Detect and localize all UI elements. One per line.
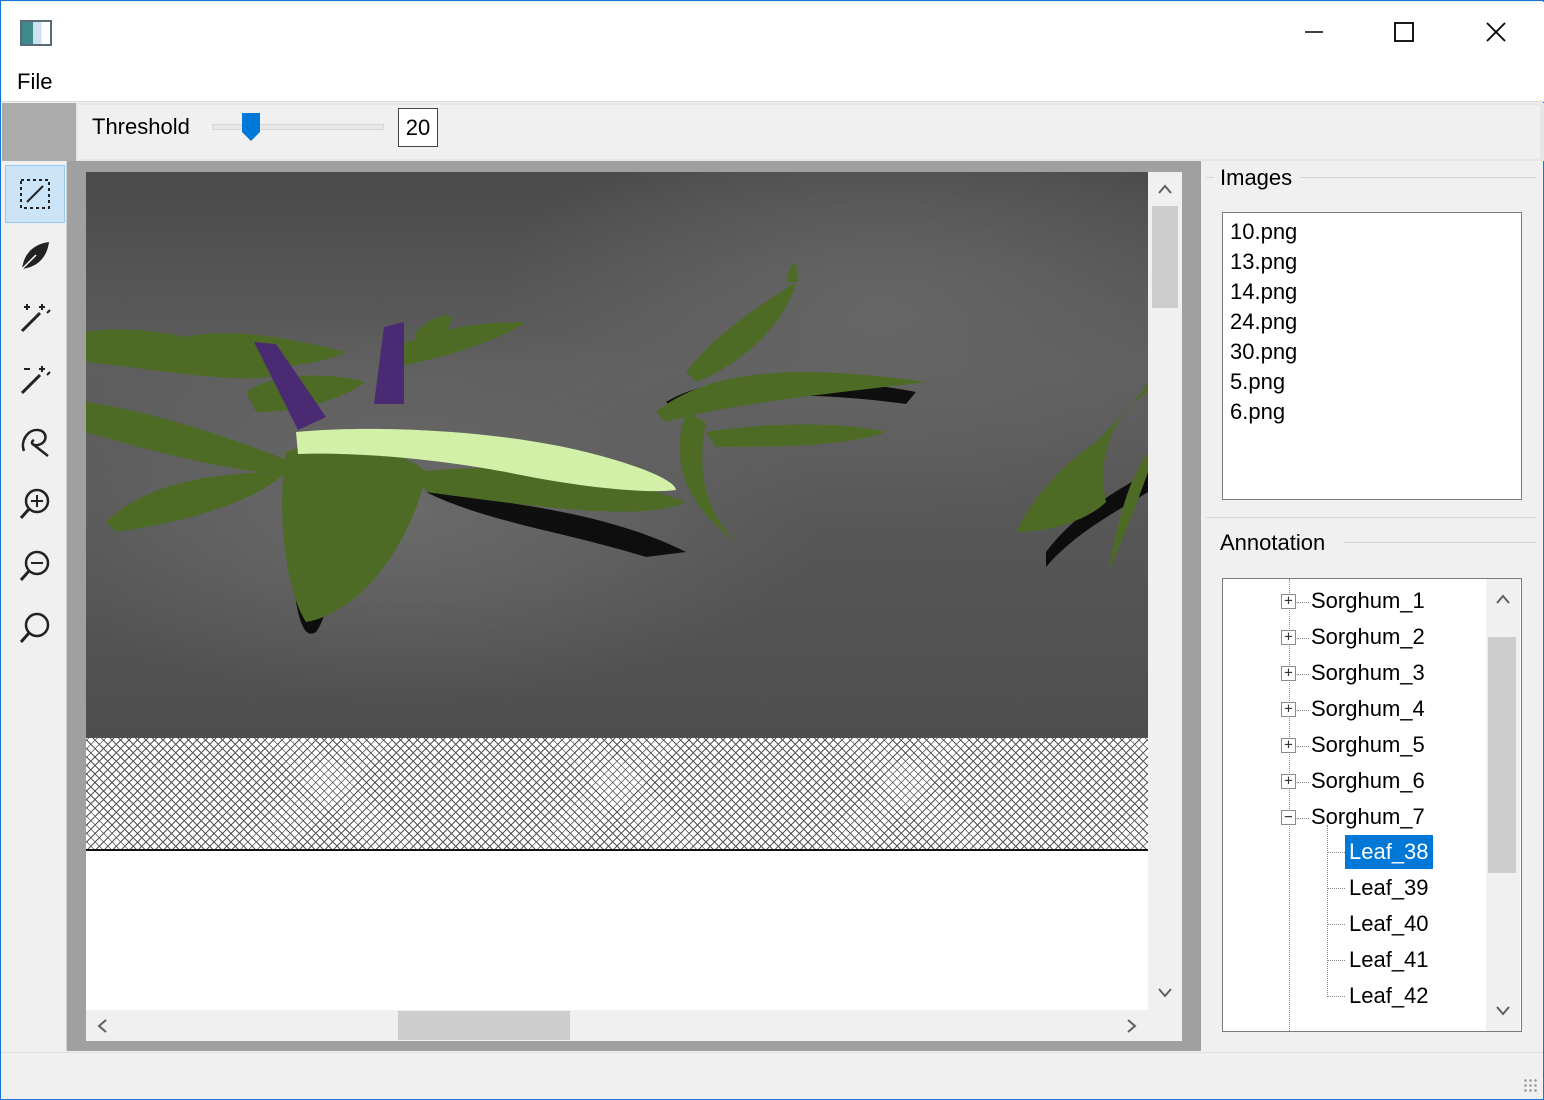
maximize-icon: [1394, 22, 1414, 42]
annotation-tree-scrollbar[interactable]: [1486, 579, 1520, 1031]
expand-toggle[interactable]: +: [1281, 666, 1296, 681]
tree-branch-line: [1327, 825, 1328, 997]
magic-wand-add-tool[interactable]: [5, 289, 65, 347]
expand-toggle[interactable]: +: [1281, 630, 1296, 645]
expand-toggle[interactable]: +: [1281, 702, 1296, 717]
zoom-in-icon: [19, 488, 50, 519]
tree-trunk-line: [1289, 579, 1290, 1031]
status-bar: [1, 1052, 1543, 1098]
expand-toggle[interactable]: +: [1281, 774, 1296, 789]
images-group-title: Images: [1220, 165, 1293, 190]
tree-connector: [1327, 996, 1345, 997]
menu-file[interactable]: File: [17, 69, 52, 95]
toolbar-handle: [2, 103, 76, 161]
magic-wand-remove-icon: [20, 366, 51, 395]
images-group-line-right: [1300, 177, 1536, 178]
plant-segmentation-overlay: [86, 263, 1148, 634]
leaf-icon: [21, 242, 49, 270]
magic-wand-remove-tool[interactable]: [5, 351, 65, 409]
tree-scroll-up-icon[interactable]: [1486, 579, 1520, 619]
tree-node-sorghum[interactable]: Sorghum_6: [1307, 764, 1429, 798]
resize-grip-icon[interactable]: [1523, 1078, 1537, 1092]
tree-node-leaf[interactable]: Leaf_40: [1345, 907, 1433, 941]
plant-image[interactable]: [86, 172, 1148, 738]
tree-node-sorghum[interactable]: Sorghum_2: [1307, 620, 1429, 654]
image-item[interactable]: 6.png: [1230, 397, 1514, 427]
scroll-right-arrow-icon[interactable]: [1116, 1010, 1148, 1041]
annotation-tree[interactable]: + Sorghum_1 + Sorghum_2 + Sorghum_3 + So…: [1222, 578, 1522, 1032]
annotation-group-title: Annotation: [1220, 530, 1326, 555]
zoom-fit-icon: [19, 612, 50, 643]
images-group-line-left: [1206, 177, 1214, 178]
top-toolbar: [2, 103, 1544, 161]
tree-node-sorghum[interactable]: Sorghum_1: [1307, 584, 1429, 618]
tree-node-sorghum[interactable]: Sorghum_3: [1307, 656, 1429, 690]
annotation-group-line-right: [1344, 542, 1536, 543]
tree-node-sorghum[interactable]: Sorghum_7: [1307, 800, 1429, 834]
canvas-vertical-scrollbar[interactable]: [1148, 172, 1182, 1010]
tree-node-leaf[interactable]: Leaf_41: [1345, 943, 1433, 977]
image-item[interactable]: 14.png: [1230, 277, 1514, 307]
threshold-slider-thumb[interactable]: [241, 112, 261, 142]
magic-wand-add-icon: [20, 304, 51, 333]
select-box-tool[interactable]: [5, 165, 65, 223]
zoom-in-tool[interactable]: [5, 475, 65, 533]
image-item[interactable]: 13.png: [1230, 247, 1514, 277]
threshold-label: Threshold: [92, 114, 190, 139]
tree-node-leaf[interactable]: Leaf_42: [1345, 979, 1433, 1013]
image-item[interactable]: 30.png: [1230, 337, 1514, 367]
tree-node-sorghum[interactable]: Sorghum_4: [1307, 692, 1429, 726]
scroll-down-arrow-icon[interactable]: [1148, 976, 1182, 1010]
scroll-corner: [1148, 1010, 1182, 1041]
maximize-button[interactable]: [1358, 2, 1450, 62]
canvas-horizontal-scroll-thumb[interactable]: [398, 1011, 570, 1040]
canvas-horizontal-scrollbar[interactable]: [86, 1010, 1148, 1041]
menu-bar: File: [2, 62, 1544, 102]
lasso-icon: [21, 428, 49, 457]
image-item[interactable]: 10.png: [1230, 217, 1514, 247]
threshold-value-field[interactable]: 20: [398, 108, 438, 147]
image-viewport[interactable]: [86, 172, 1148, 1010]
tree-node-sorghum[interactable]: Sorghum_5: [1307, 728, 1429, 762]
zoom-out-tool[interactable]: [5, 537, 65, 595]
select-box-icon: [20, 179, 50, 209]
threshold-slider-track[interactable]: [212, 124, 384, 130]
expand-toggle[interactable]: +: [1281, 594, 1296, 609]
close-button[interactable]: [1450, 2, 1542, 62]
leaf-tool[interactable]: [5, 227, 65, 285]
image-item[interactable]: 5.png: [1230, 367, 1514, 397]
tree-node-leaf[interactable]: Leaf_39: [1345, 871, 1433, 905]
annotation-tree-scroll-thumb[interactable]: [1488, 637, 1516, 873]
expand-toggle[interactable]: +: [1281, 738, 1296, 753]
tree-connector: [1327, 924, 1345, 925]
app-icon: [20, 20, 52, 46]
zoom-out-icon: [19, 550, 50, 581]
minimize-button[interactable]: [1268, 2, 1360, 62]
tree-connector: [1327, 888, 1345, 889]
empty-region-pattern: [86, 738, 1148, 851]
canvas-vertical-scroll-thumb[interactable]: [1152, 206, 1178, 308]
panel-divider: [1206, 517, 1536, 518]
image-item[interactable]: 24.png: [1230, 307, 1514, 337]
tree-connector: [1327, 960, 1345, 961]
close-icon: [1486, 22, 1506, 42]
minimize-icon: [1305, 31, 1323, 33]
title-bar: [2, 2, 1544, 62]
tree-scroll-down-icon[interactable]: [1486, 991, 1520, 1031]
scroll-up-arrow-icon[interactable]: [1148, 172, 1182, 206]
zoom-fit-tool[interactable]: [5, 599, 65, 657]
tree-connector: [1327, 852, 1345, 853]
scroll-left-arrow-icon[interactable]: [86, 1010, 118, 1041]
collapse-toggle[interactable]: −: [1281, 810, 1296, 825]
images-list[interactable]: 10.png 13.png 14.png 24.png 30.png 5.png…: [1222, 212, 1522, 500]
toolbar-body: [78, 105, 1540, 159]
lasso-tool[interactable]: [5, 413, 65, 471]
tool-palette: [1, 161, 67, 1051]
tree-node-leaf-selected[interactable]: Leaf_38: [1345, 835, 1433, 869]
